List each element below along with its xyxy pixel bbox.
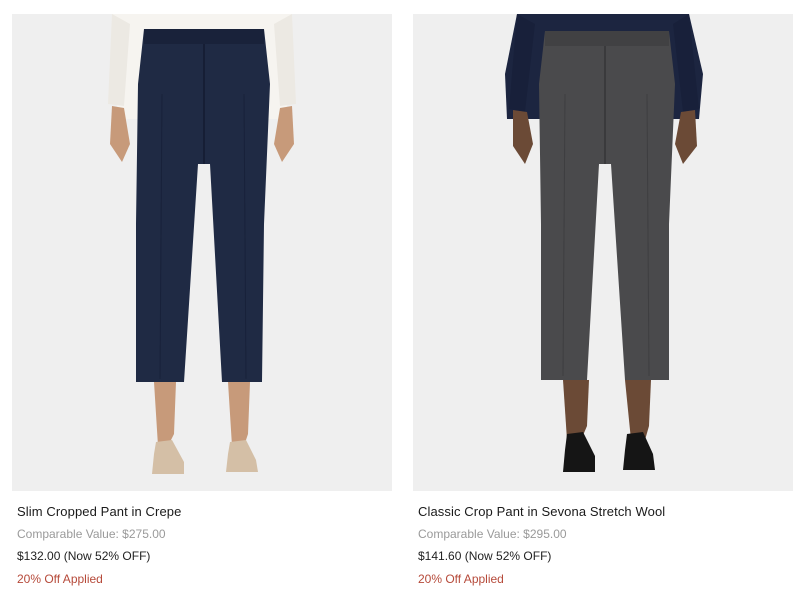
promo-badge: 20% Off Applied: [418, 572, 504, 586]
product-image[interactable]: [413, 14, 793, 491]
navy-crop-pant-photo: [108, 14, 296, 474]
product-image[interactable]: [12, 14, 392, 491]
grey-crop-pant-photo: [505, 14, 703, 472]
comparable-value: Comparable Value: $275.00: [17, 527, 166, 541]
product-card[interactable]: Slim Cropped Pant in Crepe Comparable Va…: [12, 14, 392, 586]
product-name[interactable]: Classic Crop Pant in Sevona Stretch Wool: [418, 504, 793, 519]
sale-price: $132.00 (Now 52% OFF): [17, 549, 151, 563]
promo-badge: 20% Off Applied: [17, 572, 103, 586]
sale-price: $141.60 (Now 52% OFF): [418, 549, 552, 563]
product-card[interactable]: Classic Crop Pant in Sevona Stretch Wool…: [413, 14, 793, 586]
comparable-value: Comparable Value: $295.00: [418, 527, 567, 541]
product-name[interactable]: Slim Cropped Pant in Crepe: [17, 504, 392, 519]
